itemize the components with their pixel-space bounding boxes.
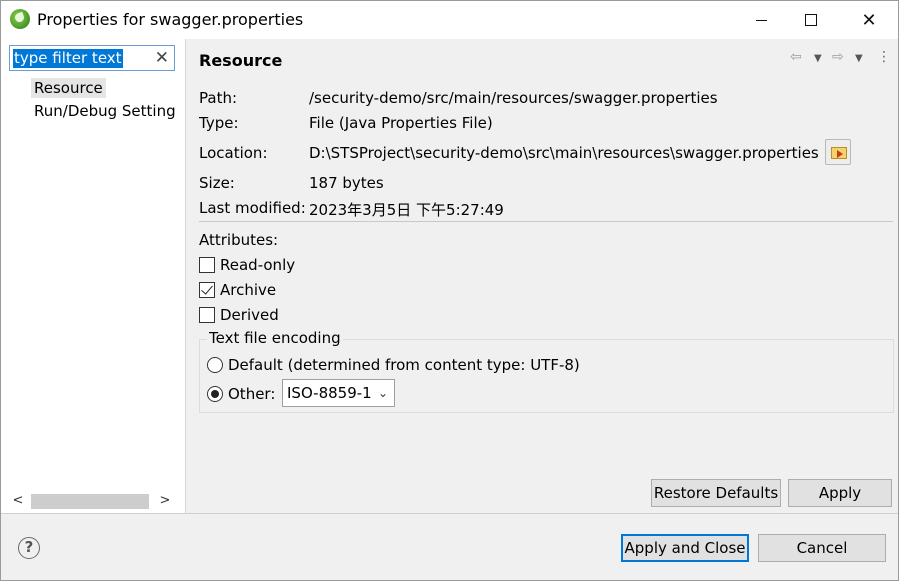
encoding-select-value[interactable]: ISO-8859-1: [287, 384, 372, 402]
window-title: Properties for swagger.properties: [37, 10, 304, 29]
last-modified-label: Last modified:: [199, 199, 306, 217]
type-label: Type:: [199, 114, 239, 132]
separator: [199, 221, 893, 222]
derived-label[interactable]: Derived: [220, 306, 279, 324]
read-only-label[interactable]: Read-only: [220, 256, 295, 274]
encoding-select[interactable]: ISO-8859-1 ⌄: [282, 379, 395, 407]
encoding-heading: Text file encoding: [207, 329, 343, 347]
default-encoding-label[interactable]: Default (determined from content type: U…: [228, 356, 580, 374]
maximize-icon: [805, 14, 817, 26]
path-value: /security-demo/src/main/resources/swagge…: [309, 89, 718, 107]
filter-input[interactable]: type filter text ✕: [9, 45, 175, 71]
filter-input-text[interactable]: type filter text: [13, 49, 123, 68]
view-menu-icon[interactable]: ⋮: [877, 49, 891, 65]
title-bar: Properties for swagger.properties ✕: [1, 1, 898, 39]
last-modified-value: 2023年3月5日 下午5:27:49: [309, 201, 504, 219]
minimize-icon: [755, 19, 767, 21]
location-value: D:\STSProject\security-demo\src\main\res…: [309, 144, 819, 162]
size-value: 187 bytes: [309, 174, 384, 192]
scroll-right-icon[interactable]: >: [156, 491, 174, 511]
clear-filter-icon[interactable]: ✕: [155, 48, 169, 68]
properties-dialog: Properties for swagger.properties ✕ type…: [0, 0, 899, 581]
scrollbar-thumb[interactable]: [31, 494, 149, 509]
archive-checkbox-box[interactable]: [199, 282, 215, 298]
help-icon[interactable]: ?: [18, 537, 40, 559]
other-encoding-label[interactable]: Other:: [228, 385, 275, 403]
location-label: Location:: [199, 144, 268, 162]
size-label: Size:: [199, 174, 235, 192]
other-encoding-radio-dot[interactable]: [207, 386, 223, 402]
dialog-button-bar: ? Apply and Close Cancel: [1, 513, 898, 580]
close-button[interactable]: ✕: [846, 1, 892, 39]
back-menu-icon[interactable]: ▼: [814, 53, 822, 64]
resource-page: Resource ⇦ ▼ ⇨ ▼ ⋮ Path: /security-demo/…: [187, 39, 898, 513]
apply-button[interactable]: Apply: [788, 479, 892, 507]
horizontal-scrollbar[interactable]: < >: [9, 491, 179, 511]
default-encoding-radio[interactable]: Default (determined from content type: U…: [207, 356, 580, 374]
tree-item-run-debug-setting[interactable]: Run/Debug Setting: [34, 101, 176, 121]
derived-checkbox-box[interactable]: [199, 307, 215, 323]
archive-label[interactable]: Archive: [220, 281, 276, 299]
page-title: Resource: [199, 51, 283, 70]
apply-and-close-button[interactable]: Apply and Close: [621, 534, 749, 562]
back-icon[interactable]: ⇦: [790, 49, 802, 65]
derived-checkbox[interactable]: Derived: [199, 306, 279, 324]
archive-checkbox[interactable]: Archive: [199, 281, 276, 299]
cancel-button[interactable]: Cancel: [758, 534, 886, 562]
close-icon: ✕: [861, 9, 877, 31]
restore-defaults-button[interactable]: Restore Defaults: [651, 479, 781, 507]
attributes-heading: Attributes:: [199, 231, 279, 249]
type-value: File (Java Properties File): [309, 114, 493, 132]
category-tree-pane: type filter text ✕ Resource Run/Debug Se…: [1, 39, 186, 513]
scroll-left-icon[interactable]: <: [9, 491, 27, 511]
default-encoding-radio-dot[interactable]: [207, 357, 223, 373]
maximize-button[interactable]: [788, 1, 834, 39]
read-only-checkbox[interactable]: Read-only: [199, 256, 295, 274]
show-in-explorer-button[interactable]: [825, 139, 851, 165]
forward-icon[interactable]: ⇨: [832, 49, 844, 65]
path-label: Path:: [199, 89, 238, 107]
minimize-button[interactable]: [738, 1, 784, 39]
tree-item-resource[interactable]: Resource: [31, 78, 106, 98]
forward-menu-icon[interactable]: ▼: [855, 53, 863, 64]
chevron-down-icon[interactable]: ⌄: [378, 380, 388, 406]
spring-leaf-icon: [10, 9, 30, 29]
other-encoding-radio[interactable]: Other:: [207, 385, 275, 403]
read-only-checkbox-box[interactable]: [199, 257, 215, 273]
